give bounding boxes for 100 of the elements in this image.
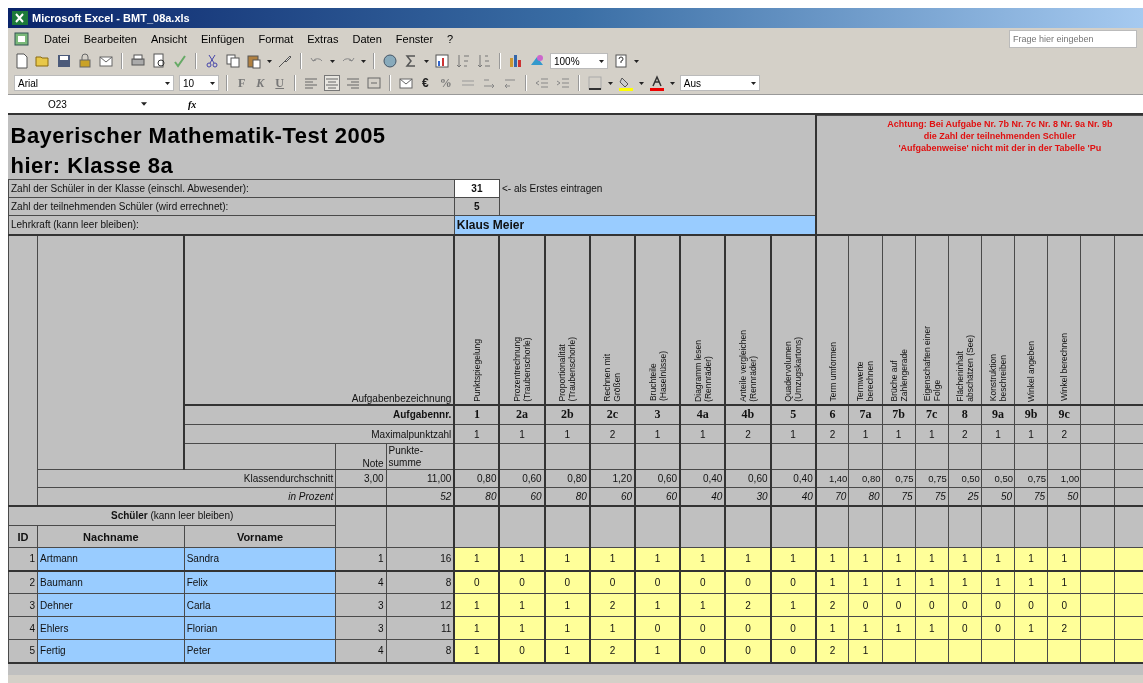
table-cell[interactable]: 1 xyxy=(544,593,590,617)
table-cell[interactable]: 1 xyxy=(544,616,590,640)
caret-icon[interactable] xyxy=(361,59,366,63)
table-cell[interactable]: 2 xyxy=(725,593,771,617)
table-cell[interactable]: Baumann xyxy=(37,570,185,594)
table-cell[interactable]: 1 xyxy=(815,570,849,594)
table-cell[interactable]: 0 xyxy=(725,616,771,640)
table-cell[interactable]: 1 xyxy=(770,547,816,571)
font-size-dropdown[interactable]: 10 xyxy=(179,75,219,91)
caret-icon[interactable] xyxy=(607,81,613,85)
table-cell[interactable]: 0 xyxy=(770,616,816,640)
table-cell: 1 xyxy=(1014,424,1048,444)
currency-button[interactable]: € xyxy=(419,74,432,92)
table-cell[interactable]: 0 xyxy=(770,570,816,594)
merge-cells-icon[interactable] xyxy=(366,75,383,91)
table-cell[interactable]: 0 xyxy=(544,570,590,594)
table-cell[interactable]: 2 xyxy=(815,593,849,617)
save-icon[interactable] xyxy=(56,53,72,69)
caret-icon[interactable] xyxy=(424,59,429,63)
table-cell[interactable]: Peter xyxy=(184,639,336,663)
name-box[interactable]: O23 xyxy=(8,98,153,110)
table-cell[interactable]: 1 xyxy=(544,639,590,663)
table-cell[interactable]: 1 xyxy=(499,547,545,571)
table-cell[interactable]: Artmann xyxy=(37,547,185,571)
paintbrush-icon[interactable] xyxy=(277,53,293,69)
table-cell[interactable]: 1 xyxy=(589,547,635,571)
help-search-field[interactable]: Frage hier eingeben xyxy=(1009,30,1137,48)
zoom-dropdown[interactable]: 100% xyxy=(550,53,608,69)
table-cell: 0,75 xyxy=(882,469,916,488)
table-cell[interactable]: 0 xyxy=(499,570,545,594)
table-cell[interactable]: 0 xyxy=(589,570,635,594)
table-cell[interactable]: 1 xyxy=(815,547,849,571)
table-cell[interactable]: Carla xyxy=(184,593,336,617)
table-cell[interactable]: 0 xyxy=(499,639,545,663)
fill-color-icon[interactable] xyxy=(617,75,634,91)
mail-icon[interactable] xyxy=(398,75,415,91)
menu-item[interactable]: Fenster xyxy=(395,33,434,45)
caret-icon[interactable] xyxy=(267,59,272,63)
paste-icon[interactable] xyxy=(246,53,262,69)
task-name: Brüche auf Zahlengerade xyxy=(888,349,909,402)
help-icon[interactable] xyxy=(613,53,629,69)
caret-icon[interactable] xyxy=(669,81,675,85)
chart-icon[interactable] xyxy=(434,53,450,69)
table-cell[interactable]: 1 xyxy=(770,593,816,617)
menu-item[interactable]: Daten xyxy=(352,33,382,45)
table-cell[interactable]: Dehner xyxy=(37,593,185,617)
table-cell[interactable]: 2 xyxy=(589,593,635,617)
caret-icon[interactable] xyxy=(638,81,644,85)
menu-item[interactable]: Ansicht xyxy=(150,33,187,45)
table-cell[interactable]: Florian xyxy=(184,616,336,640)
document-icon[interactable] xyxy=(14,31,30,47)
table-cell[interactable]: 1 xyxy=(499,616,545,640)
table-cell[interactable]: 0 xyxy=(770,639,816,663)
column-header: ID xyxy=(8,525,38,548)
table-cell[interactable]: 1 xyxy=(815,616,849,640)
mail-icon[interactable] xyxy=(98,53,114,69)
print-preview-icon[interactable] xyxy=(151,53,167,69)
table-cell[interactable]: Ehlers xyxy=(37,616,185,640)
table-cell[interactable]: Sandra xyxy=(184,547,336,571)
table-cell[interactable]: 0 xyxy=(725,570,771,594)
table-cell[interactable]: 2 xyxy=(589,639,635,663)
bar-chart-icon[interactable] xyxy=(508,53,524,69)
font-color-icon[interactable] xyxy=(648,75,665,91)
table-cell[interactable]: Fertig xyxy=(37,639,185,663)
new-document-icon[interactable] xyxy=(14,53,30,69)
table-cell[interactable]: 1 xyxy=(725,547,771,571)
print-icon[interactable] xyxy=(130,53,146,69)
lock-icon[interactable] xyxy=(77,53,93,69)
function-button[interactable]: fx xyxy=(188,98,197,110)
table-cell[interactable]: 2 xyxy=(815,639,849,663)
align-center-icon[interactable] xyxy=(324,75,341,91)
table-cell: 1 xyxy=(770,424,816,444)
menu-item[interactable]: Datei xyxy=(44,33,70,45)
scissors-icon[interactable] xyxy=(204,53,220,69)
menu-item[interactable]: ? xyxy=(447,33,454,45)
table-cell[interactable]: 1 xyxy=(589,616,635,640)
table-cell: 1 xyxy=(454,424,500,444)
table-cell[interactable]: Felix xyxy=(184,570,336,594)
task-name: Rechnen mit Größen xyxy=(602,353,623,402)
menu-item[interactable]: Einfügen xyxy=(201,33,245,45)
font-dropdown[interactable]: Arial xyxy=(14,75,174,91)
style-dropdown[interactable]: Aus xyxy=(679,75,760,91)
table-cell[interactable]: 1 xyxy=(544,547,590,571)
table-cell[interactable]: 1 xyxy=(499,593,545,617)
table-cell: 2a xyxy=(499,404,545,425)
warning-text: Achtung: Bei Aufgabe Nr. 7b Nr. 7c Nr. 8 Nr. 9a Nr. 9b xyxy=(886,118,1114,130)
caret-icon[interactable] xyxy=(330,59,335,63)
table-cell: 1 xyxy=(454,404,500,425)
borders-icon[interactable] xyxy=(586,75,603,91)
table-cell[interactable]: 0 xyxy=(725,639,771,663)
caret-icon xyxy=(210,81,215,85)
table-cell: 2 xyxy=(1047,424,1081,444)
caret-icon xyxy=(750,81,756,85)
caret-icon[interactable] xyxy=(634,59,639,63)
table-cell[interactable]: Klaus Meier xyxy=(454,215,816,235)
table-cell[interactable]: 31 xyxy=(454,179,500,198)
menu-item[interactable]: Bearbeiten xyxy=(83,33,137,45)
menu-item[interactable]: Extras xyxy=(307,33,339,45)
menu-item[interactable]: Format xyxy=(258,33,294,45)
copy-icon[interactable] xyxy=(225,53,241,69)
